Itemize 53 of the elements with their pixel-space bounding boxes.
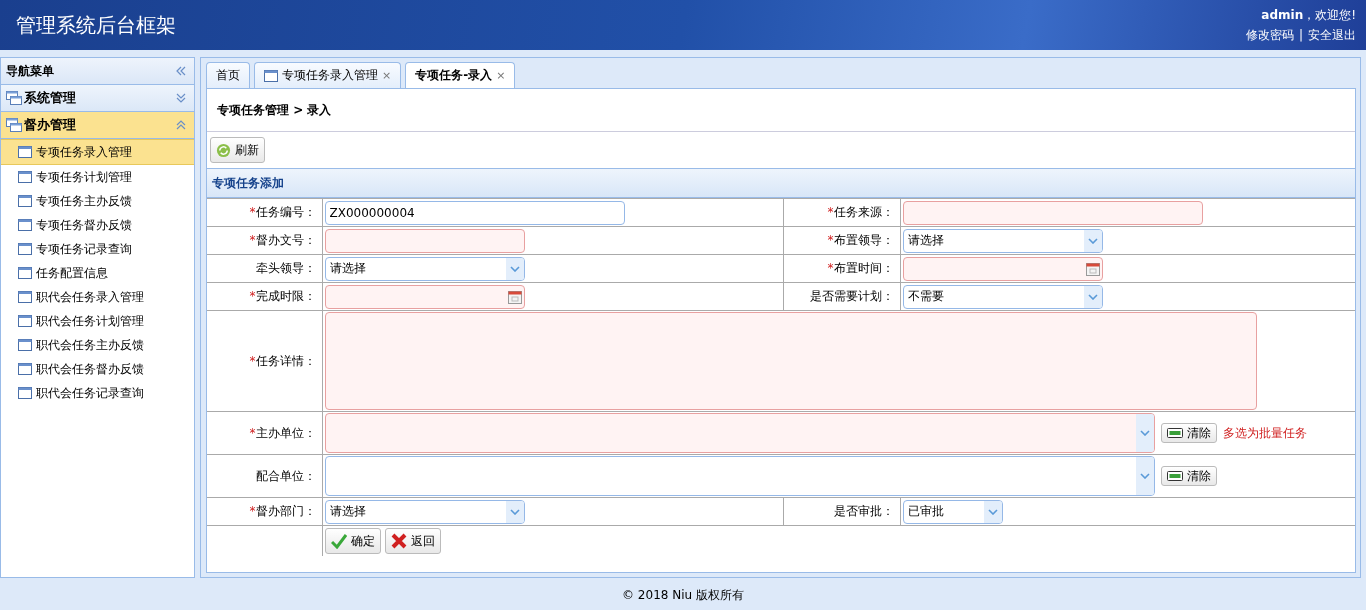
form-title: 专项任务添加 <box>212 174 284 192</box>
logout-link[interactable]: 安全退出 <box>1308 28 1356 42</box>
field-label: *任务编号： <box>207 198 322 227</box>
refresh-button[interactable]: 刷新 <box>210 137 265 163</box>
sidebar-title: 导航菜单 <box>6 62 54 80</box>
clear-button[interactable]: 清除 <box>1160 423 1217 443</box>
select-field[interactable]: 请选择 <box>324 256 525 281</box>
field-label: *主办单位： <box>207 411 322 455</box>
copyright-text: © 2018 Niu 版权所有 <box>622 586 744 604</box>
tab[interactable]: 专项任务-录入 × <box>405 62 516 88</box>
field-label: *布置时间： <box>783 254 900 283</box>
menu-item[interactable]: 职代会任务督办反馈 <box>1 357 194 381</box>
tab[interactable]: 专项任务录入管理 × <box>254 62 402 88</box>
menu-item[interactable]: 专项任务录入管理 <box>1 139 194 165</box>
field-label: *督办部门： <box>207 497 322 526</box>
clear-button[interactable]: 清除 <box>1160 466 1217 486</box>
menu-item[interactable]: 职代会任务主办反馈 <box>1 333 194 357</box>
hint-text: 多选为批量任务 <box>1222 424 1307 442</box>
field-label: *督办文号： <box>207 226 322 255</box>
menu-group[interactable]: 督办管理 <box>1 112 194 139</box>
menu-item[interactable]: 任务配置信息 <box>1 261 194 285</box>
menu-item[interactable]: 职代会任务计划管理 <box>1 309 194 333</box>
user-name: admin <box>1261 8 1304 22</box>
close-button[interactable]: × <box>382 69 392 82</box>
select-field[interactable]: 已审批 <box>902 499 1003 524</box>
close-button[interactable]: × <box>496 69 506 82</box>
field-label: *任务详情： <box>207 310 322 412</box>
tab[interactable]: 首页 <box>206 62 250 88</box>
field-label: 牵头领导： <box>207 254 322 283</box>
welcome-text: ，欢迎您! <box>1303 8 1356 22</box>
menu-item[interactable]: 职代会任务录入管理 <box>1 285 194 309</box>
field-label: *任务来源： <box>783 198 900 227</box>
menu-item[interactable]: 专项任务督办反馈 <box>1 213 194 237</box>
field-label: *完成时限： <box>207 282 322 311</box>
confirm-button[interactable]: 确定 <box>324 528 381 554</box>
select-field[interactable]: 请选择 <box>902 228 1103 253</box>
menu-item[interactable]: 专项任务主办反馈 <box>1 189 194 213</box>
menu-group[interactable]: 系统管理 <box>1 85 194 112</box>
app-title: 管理系统后台框架 <box>16 11 176 39</box>
field-label: 配合单位： <box>207 454 322 498</box>
menu-item[interactable]: 专项任务记录查询 <box>1 237 194 261</box>
field-label: 是否需要计划： <box>783 282 900 311</box>
change-password-link[interactable]: 修改密码 <box>1245 28 1294 42</box>
breadcrumb: 专项任务管理 > 录入 <box>207 89 1355 132</box>
menu-item[interactable]: 职代会任务记录查询 <box>1 381 194 405</box>
select-field[interactable]: 不需要 <box>902 284 1103 309</box>
separator-text: | <box>1298 28 1303 42</box>
select-field[interactable]: 请选择 <box>324 499 525 524</box>
field-label: *布置领导： <box>783 226 900 255</box>
menu-item[interactable]: 专项任务计划管理 <box>1 165 194 189</box>
field-label: 是否审批： <box>783 497 900 526</box>
text-field[interactable]: ZX000000004 <box>324 200 625 225</box>
back-button[interactable]: 返回 <box>384 528 441 554</box>
